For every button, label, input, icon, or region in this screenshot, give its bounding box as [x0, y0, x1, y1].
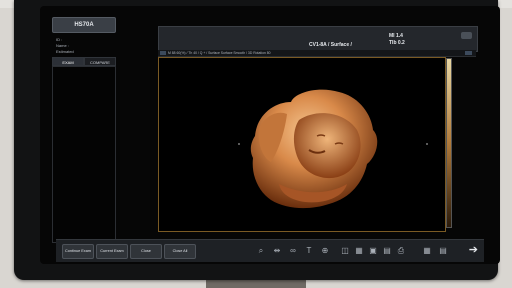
grid-icon[interactable]: ▦	[354, 246, 364, 256]
layout-icon[interactable]: ▦	[422, 246, 432, 256]
monitor-stand	[206, 279, 306, 288]
parameter-marker-right	[465, 51, 472, 55]
bottom-toolbar: Continue Exam Current Exam Close Close A…	[56, 239, 484, 262]
depth-marker	[426, 143, 428, 145]
probe-label: CV1-8A / Surface /	[309, 42, 352, 48]
patient-estimated-label: Estimated	[56, 49, 74, 54]
close-all-button[interactable]: Close All	[164, 244, 196, 259]
left-tabs: EXAM COMPARE	[52, 57, 116, 66]
fetus-shape	[250, 89, 378, 209]
parameter-bar: M 88 60(%) / Th 40 / Q + / Surface Surfa…	[158, 50, 476, 57]
print-icon[interactable]: ⎙	[396, 246, 406, 256]
parameter-text: M 88 60(%) / Th 40 / Q + / Surface Surfa…	[168, 51, 271, 55]
parameter-marker	[160, 51, 166, 55]
close-button[interactable]: Close	[130, 244, 162, 259]
next-arrow-icon[interactable]: ➔	[469, 244, 478, 257]
ultrasound-screen: HS70A ID : Name : Estimated EXAM COMPARE…	[40, 6, 500, 264]
tib-value: TIb 0.2	[389, 40, 405, 46]
mi-readout: MI 1.4 TIb 0.2	[389, 33, 405, 47]
continue-exam-button[interactable]: Continue Exam	[62, 244, 94, 259]
header-toggle-button[interactable]	[461, 32, 472, 39]
sound-icon[interactable]: ◫	[340, 246, 350, 256]
model-badge: HS70A	[52, 17, 116, 33]
globe-icon[interactable]: ⊕	[320, 246, 330, 256]
magnify-icon[interactable]: ⌕	[256, 246, 266, 256]
image-icon[interactable]: ▤	[382, 246, 392, 256]
image-header: CV1-8A / Surface / MI 1.4 TIb 0.2	[158, 26, 478, 52]
link-icon[interactable]: ∞	[288, 246, 298, 256]
cube-icon[interactable]: ▣	[368, 246, 378, 256]
fetal-3d-render	[238, 89, 428, 209]
color-scale-bar	[446, 58, 452, 228]
text-icon[interactable]: T	[304, 246, 314, 256]
patient-info: ID : Name : Estimated	[56, 37, 74, 55]
tab-compare[interactable]: COMPARE	[84, 57, 116, 66]
resize-icon[interactable]: ⇹	[272, 246, 282, 256]
exam-list-panel	[52, 66, 116, 243]
3d-render-viewport[interactable]	[158, 57, 446, 232]
depth-marker	[238, 143, 240, 145]
split-icon[interactable]: ▤	[438, 246, 448, 256]
mi-value: MI 1.4	[389, 33, 403, 39]
monitor-bezel: HS70A ID : Name : Estimated EXAM COMPARE…	[14, 0, 500, 280]
current-exam-button[interactable]: Current Exam	[96, 244, 128, 259]
tab-exam[interactable]: EXAM	[52, 57, 84, 66]
